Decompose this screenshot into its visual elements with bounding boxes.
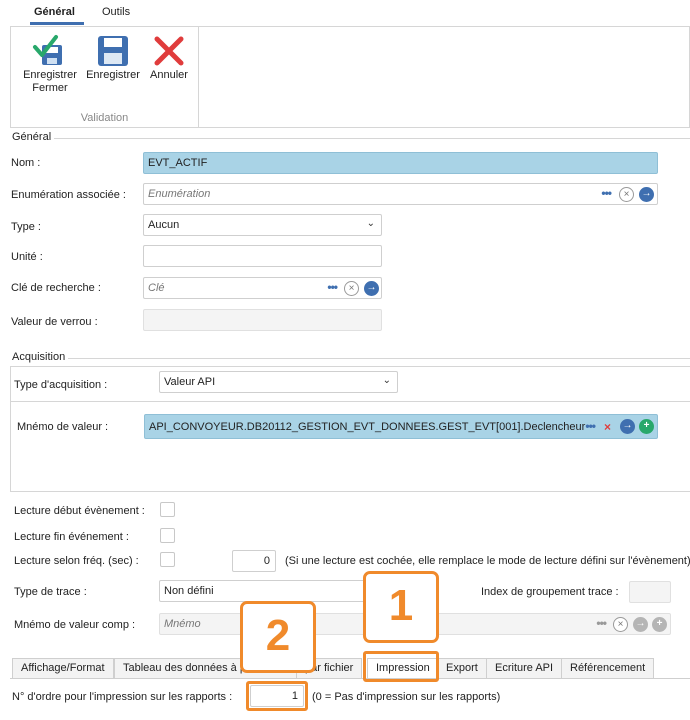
verrou-label: Valeur de verrou : (11, 316, 98, 328)
tab-general[interactable]: Général (34, 6, 75, 18)
lecture-freq-value: 0 (263, 555, 270, 567)
trace-label: Type de trace : (14, 586, 87, 598)
cle-clear-icon[interactable]: × (344, 281, 359, 296)
lecture-debut-label: Lecture début évènement : (14, 505, 145, 517)
unite-field[interactable] (143, 245, 382, 267)
tab-general-underline (30, 22, 84, 25)
lecture-freq-note: (Si une lecture est cochée, elle remplac… (285, 555, 690, 567)
cle-go-icon[interactable]: → (364, 281, 379, 296)
enum-more-icon[interactable]: ••• (601, 186, 612, 200)
cle-placeholder: Clé (148, 282, 165, 294)
ribbon-group-separator (198, 27, 199, 127)
index-trace-field (629, 581, 671, 603)
lecture-freq-checkbox[interactable] (160, 552, 175, 567)
section-general-line (54, 138, 690, 139)
tab-referencement[interactable]: Référencement (561, 658, 655, 678)
tab-affichage[interactable]: Affichage/Format (12, 658, 114, 678)
mnemo-field[interactable]: API_CONVOYEUR.DB20112_GESTION_EVT_DONNEE… (144, 414, 658, 439)
lecture-freq-input[interactable]: 0 (232, 550, 276, 572)
tab-export[interactable]: Export (437, 658, 487, 678)
save-close-button[interactable]: Enregistrer Fermer (17, 33, 83, 99)
trace-select[interactable]: Non défini (159, 580, 369, 602)
ordre-label: N° d'ordre pour l'impression sur les rap… (12, 691, 233, 703)
cancel-label: Annuler (150, 69, 188, 81)
save-label: Enregistrer (86, 69, 140, 81)
floppy-disk-icon (98, 36, 128, 66)
tab-outils[interactable]: Outils (102, 6, 130, 18)
annotation-badge-one: 1 (363, 571, 439, 643)
unite-label: Unité : (11, 251, 43, 263)
save-close-icon (33, 35, 62, 65)
mnemo-value: API_CONVOYEUR.DB20112_GESTION_EVT_DONNEE… (149, 421, 586, 433)
save-close-label-1: Enregistrer (23, 69, 77, 81)
acq-type-value: Valeur API (164, 376, 216, 388)
mnemo-go-icon[interactable]: → (620, 419, 635, 434)
mnemo-comp-placeholder: Mnémo (164, 618, 201, 630)
index-trace-label: Index de groupement trace : (481, 586, 619, 598)
trace-value: Non défini (164, 585, 214, 597)
tab-ecriture-api[interactable]: Ecriture API (486, 658, 563, 678)
mnemo-label: Mnémo de valeur : (17, 421, 109, 433)
nom-value: EVT_ACTIF (148, 157, 208, 169)
mnemo-comp-label: Mnémo de valeur comp : (14, 619, 136, 631)
acq-type-label: Type d'acquisition : (14, 379, 108, 391)
mnemo-comp-add-icon[interactable]: + (652, 617, 667, 632)
save-close-label-2: Fermer (32, 82, 68, 94)
enum-field[interactable]: Enumération ••• × → (143, 183, 658, 205)
ribbon-panel: Enregistrer Fermer Enregistrer Annuler V… (10, 26, 690, 128)
save-button[interactable]: Enregistrer (83, 33, 143, 99)
acq-type-select[interactable]: Valeur API ⌄ (159, 371, 398, 393)
mnemo-delete-icon[interactable]: × (604, 420, 611, 434)
verrou-field (143, 309, 382, 331)
mnemo-add-icon[interactable]: + (639, 419, 654, 434)
type-label: Type : (11, 221, 41, 233)
cancel-button[interactable]: Annuler (145, 33, 193, 99)
nom-field[interactable]: EVT_ACTIF (143, 152, 658, 174)
tab-strip-line (10, 678, 690, 679)
impression-tab-highlight (363, 651, 439, 682)
section-acquisition-line (68, 358, 690, 359)
lecture-freq-label: Lecture selon fréq. (sec) : (14, 555, 139, 567)
chevron-down-icon: ⌄ (366, 218, 375, 229)
cancel-icon (154, 36, 184, 66)
section-acquisition-title: Acquisition (12, 351, 66, 363)
section-general-title: Général (12, 131, 52, 143)
mnemo-comp-clear-icon[interactable]: × (613, 617, 628, 632)
cle-field[interactable]: Clé ••• × → (143, 277, 382, 299)
ordre-input-highlight (246, 681, 308, 711)
cle-more-icon[interactable]: ••• (327, 280, 338, 294)
enum-label: Enumération associée : (11, 189, 126, 201)
mnemo-comp-more-icon[interactable]: ••• (596, 616, 607, 630)
lecture-fin-checkbox[interactable] (160, 528, 175, 543)
lecture-fin-label: Lecture fin événement : (14, 531, 129, 543)
annotation-badge-two: 2 (240, 601, 316, 673)
ribbon-group-label: Validation (80, 112, 129, 124)
ordre-note: (0 = Pas d'impression sur les rapports) (312, 691, 501, 703)
enum-go-icon[interactable]: → (639, 187, 654, 202)
acquisition-inner-separator (11, 401, 690, 402)
enum-clear-icon[interactable]: × (619, 187, 634, 202)
type-select[interactable]: Aucun ⌄ (143, 214, 382, 236)
enum-placeholder: Enumération (148, 188, 211, 200)
ribbon-tab-bar: Général Outils (0, 0, 690, 26)
nom-label: Nom : (11, 157, 41, 169)
type-value: Aucun (148, 219, 180, 231)
chevron-down-icon: ⌄ (382, 375, 391, 386)
mnemo-more-icon[interactable]: ••• (585, 419, 596, 433)
mnemo-comp-go-icon[interactable]: → (633, 617, 648, 632)
cle-label: Clé de recherche : (11, 282, 101, 294)
lecture-debut-checkbox[interactable] (160, 502, 175, 517)
